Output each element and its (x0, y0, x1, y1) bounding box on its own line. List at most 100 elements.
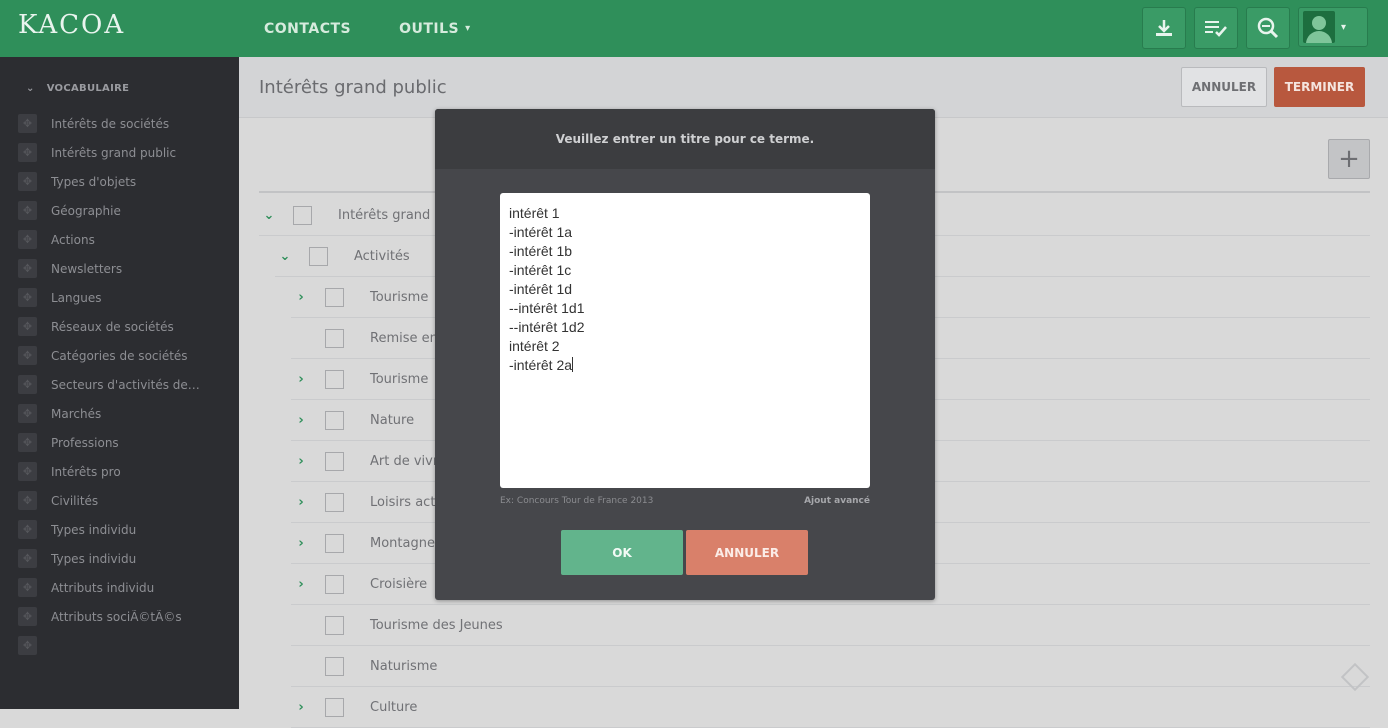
sidebar-item-label: Intérêts pro (51, 464, 121, 479)
sidebar-item[interactable]: ✥ Intérêts de sociétés (18, 109, 233, 138)
page-title: Intérêts grand public (259, 77, 447, 98)
checklist-button[interactable] (1194, 7, 1238, 49)
main-nav: CONTACTS OUTILS ▾ (264, 0, 519, 57)
user-menu[interactable]: ▾ (1298, 7, 1368, 47)
ok-button[interactable]: OK (561, 530, 683, 575)
checkbox[interactable] (325, 369, 344, 389)
checkbox[interactable] (325, 328, 344, 348)
sidebar-item[interactable]: ✥ Catégories de sociétés (18, 341, 233, 370)
sidebar-item[interactable]: ✥ Professions (18, 428, 233, 457)
sidebar-item[interactable]: ✥ Secteurs d'activités de so.. (18, 370, 233, 399)
sidebar-item[interactable]: ✥ Actions (18, 225, 233, 254)
checkbox[interactable] (325, 697, 344, 717)
sidebar-item-label: Actions (51, 232, 95, 247)
modal-cancel-button[interactable]: ANNULER (686, 530, 808, 575)
download-button[interactable] (1142, 7, 1186, 49)
sidebar-item-label: Types d'objets (51, 174, 137, 189)
chevron-right-icon[interactable]: › (291, 290, 311, 305)
sidebar-item-label: Langues (51, 290, 102, 305)
tree-row[interactable]: Tourisme des Jeunes (291, 605, 1370, 646)
sidebar-item[interactable]: ✥ (18, 631, 233, 660)
grip-icon: ✥ (18, 143, 37, 162)
tree-row-label: Culture (370, 699, 418, 715)
term-title-modal: Veuillez entrer un titre pour ce terme. … (435, 109, 935, 600)
chevron-right-icon[interactable]: › (291, 495, 311, 510)
tree-row-label: Art de vivr (370, 453, 439, 469)
sidebar-item[interactable]: ✥ Types d'objets (18, 167, 233, 196)
top-actions: ▾ (1142, 7, 1368, 49)
textarea-line: -intérêt 1a (509, 224, 573, 240)
tree-row-label: Nature (370, 412, 415, 428)
tree-row-label: Loisirs act (370, 494, 436, 510)
chevron-down-icon[interactable]: ⌄ (259, 208, 279, 223)
grip-icon: ✥ (18, 288, 37, 307)
sidebar-header[interactable]: ⌄ VOCABULAIRE (26, 83, 129, 94)
advanced-add-link[interactable]: Ajout avancé (804, 496, 870, 506)
avatar (1303, 11, 1335, 43)
add-term-button[interactable]: + (1328, 139, 1370, 179)
checkbox[interactable] (325, 287, 344, 307)
tree-row-label: Intérêts grand p (338, 207, 443, 223)
textarea-line: --intérêt 1d1 (509, 300, 585, 316)
chevron-right-icon[interactable]: › (291, 700, 311, 715)
sidebar-item[interactable]: ✥ Attributs sociÃ©tÃ©s (18, 602, 233, 631)
textarea-line: intérêt 1 (509, 205, 560, 221)
finish-button[interactable]: TERMINER (1274, 67, 1365, 107)
tree-row-label: Tourisme des Jeunes (370, 617, 503, 633)
checkbox[interactable] (325, 574, 344, 594)
search-zoom-button[interactable] (1246, 7, 1290, 49)
app-logo[interactable]: KACOA (18, 10, 125, 40)
sidebar-item[interactable]: ✥ Types individu (18, 544, 233, 573)
sidebar-item[interactable]: ✥ Intérêts grand public (18, 138, 233, 167)
sidebar-item-label: Catégories de sociétés (51, 348, 188, 363)
sidebar-item[interactable]: ✥ Langues (18, 283, 233, 312)
checkbox[interactable] (325, 451, 344, 471)
sidebar-item[interactable]: ✥ Marchés (18, 399, 233, 428)
chevron-down-icon: ⌄ (26, 83, 35, 94)
sidebar-item-label: Attributs individu (51, 580, 155, 595)
grip-icon: ✥ (18, 520, 37, 539)
chevron-right-icon[interactable]: › (291, 372, 311, 387)
sidebar-item-label: Secteurs d'activités de so.. (51, 377, 201, 392)
sidebar-item[interactable]: ✥ Géographie (18, 196, 233, 225)
textarea-line: -intérêt 1b (509, 243, 573, 259)
checkbox[interactable] (325, 492, 344, 512)
sidebar-item[interactable]: ✥ Types individu (18, 515, 233, 544)
sidebar-item[interactable]: ✥ Intérêts pro (18, 457, 233, 486)
tree-row[interactable]: › Culture (291, 687, 1370, 728)
checkbox[interactable] (293, 205, 312, 225)
sidebar-item[interactable]: ✥ Civilités (18, 486, 233, 515)
nav-contacts[interactable]: CONTACTS (264, 21, 351, 37)
sidebar-header-label: VOCABULAIRE (46, 83, 130, 94)
grip-icon: ✥ (18, 172, 37, 191)
cancel-button[interactable]: ANNULER (1181, 67, 1267, 107)
sidebar-item[interactable]: ✥ Réseaux de sociétés (18, 312, 233, 341)
sidebar-item[interactable]: ✥ Newsletters (18, 254, 233, 283)
checkbox[interactable] (325, 533, 344, 553)
term-title-textarea[interactable]: intérêt 1 -intérêt 1a -intérêt 1b -intér… (500, 193, 870, 488)
grip-icon: ✥ (18, 375, 37, 394)
sidebar-item-label: Marchés (51, 406, 102, 421)
textarea-line: -intérêt 1d (509, 281, 573, 297)
chevron-down-icon: ▾ (1341, 21, 1347, 33)
tree-row-label: Montagne (370, 535, 435, 551)
chevron-right-icon[interactable]: › (291, 454, 311, 469)
chevron-right-icon[interactable]: › (291, 536, 311, 551)
chevron-right-icon[interactable]: › (291, 577, 311, 592)
checkbox[interactable] (325, 656, 344, 676)
chevron-down-icon[interactable]: ⌄ (275, 249, 295, 264)
chevron-right-icon[interactable]: › (291, 413, 311, 428)
textarea-line: -intérêt 2a (509, 357, 573, 373)
top-bar: KACOA CONTACTS OUTILS ▾ ▾ (0, 0, 1388, 57)
sidebar-item-label: Newsletters (51, 261, 123, 276)
sidebar-item-label: Types individu (51, 551, 137, 566)
nav-outils[interactable]: OUTILS ▾ (399, 21, 471, 37)
sidebar-item[interactable]: ✥ Attributs individu (18, 573, 233, 602)
checkbox[interactable] (325, 615, 344, 635)
grip-icon: ✥ (18, 462, 37, 481)
checkbox[interactable] (325, 410, 344, 430)
tree-row[interactable]: Naturisme (291, 646, 1370, 687)
search-zoom-icon (1257, 17, 1279, 39)
grip-icon: ✥ (18, 114, 37, 133)
checkbox[interactable] (309, 246, 328, 266)
